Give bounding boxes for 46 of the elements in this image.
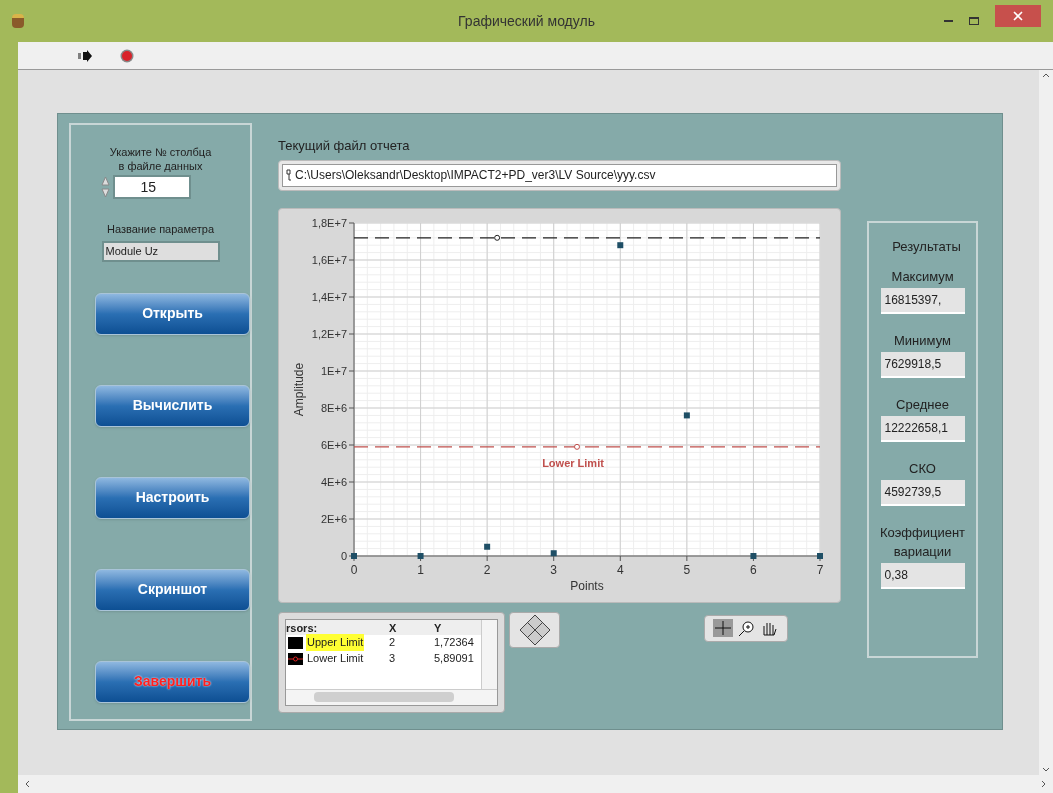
x-tick-label: 4: [616, 562, 624, 577]
column-label: Укажите № столбца: [109, 145, 212, 159]
y-tick-label: 1E+7: [321, 364, 347, 377]
result-label: Максимум: [890, 267, 955, 286]
result-label: СКО: [908, 459, 937, 478]
column-header: rsors:: [286, 620, 319, 635]
window-title: Графический модуль: [457, 11, 596, 31]
cursor-y-value: 1,72364: [433, 635, 474, 651]
cursor-label: Lower Limit: [542, 456, 604, 469]
y-tick-label: 2E+6: [321, 512, 347, 525]
result-value-field: 0,38: [880, 562, 965, 589]
column-label: в файле данных: [118, 159, 203, 173]
y-tick-label: 1,2E+7: [311, 327, 347, 340]
result-value-field: 7629918,5: [880, 351, 965, 378]
result-value-field: 16815397,: [880, 287, 965, 314]
report-file-label: Текущий файл отчета: [278, 137, 411, 155]
x-tick-label: 7: [816, 562, 824, 577]
parameter-label: Название параметра: [106, 222, 215, 237]
cursor-x-value: 3: [388, 651, 397, 667]
y-tick-label: 8E+6: [321, 401, 347, 414]
parameter-name-field: Module Uz: [101, 240, 220, 262]
x-tick-label: 2: [483, 562, 491, 577]
cursor-x-value: 2: [388, 635, 397, 651]
report-file-path: C:\Users\Oleksandr\Desktop\IMPACT2+PD_ver3\LV Source\yyy.csv: [295, 167, 656, 184]
result-label: Минимум: [893, 331, 952, 350]
y-tick-label: 6E+6: [321, 438, 347, 451]
x-tick-label: 1: [417, 562, 424, 577]
column-header: Y: [433, 620, 443, 635]
y-tick-label: 1,6E+7: [311, 253, 347, 266]
results-title: Результаты: [891, 238, 961, 256]
x-tick-label: 5: [683, 562, 691, 577]
y-tick-label: 1,4E+7: [311, 290, 347, 303]
y-tick-label: 1,8E+7: [311, 216, 347, 229]
x-tick-label: 3: [550, 562, 558, 577]
result-value-field: 12222658,1: [880, 415, 965, 442]
x-tick-label: 6: [750, 562, 757, 577]
y-tick-label: 0: [340, 549, 347, 562]
column-header: X: [388, 620, 398, 635]
cursor-y-value: 5,89091: [433, 651, 474, 667]
y-tick-label: 4E+6: [321, 475, 347, 488]
result-label: Коэффициент вариации: [878, 523, 967, 561]
x-axis-label: Points: [570, 578, 604, 593]
result-label: Среднее: [895, 395, 950, 414]
x-tick-label: 0: [350, 562, 358, 577]
result-value-field: 4592739,5: [880, 479, 965, 506]
y-axis-label: Amplitude: [292, 362, 306, 416]
